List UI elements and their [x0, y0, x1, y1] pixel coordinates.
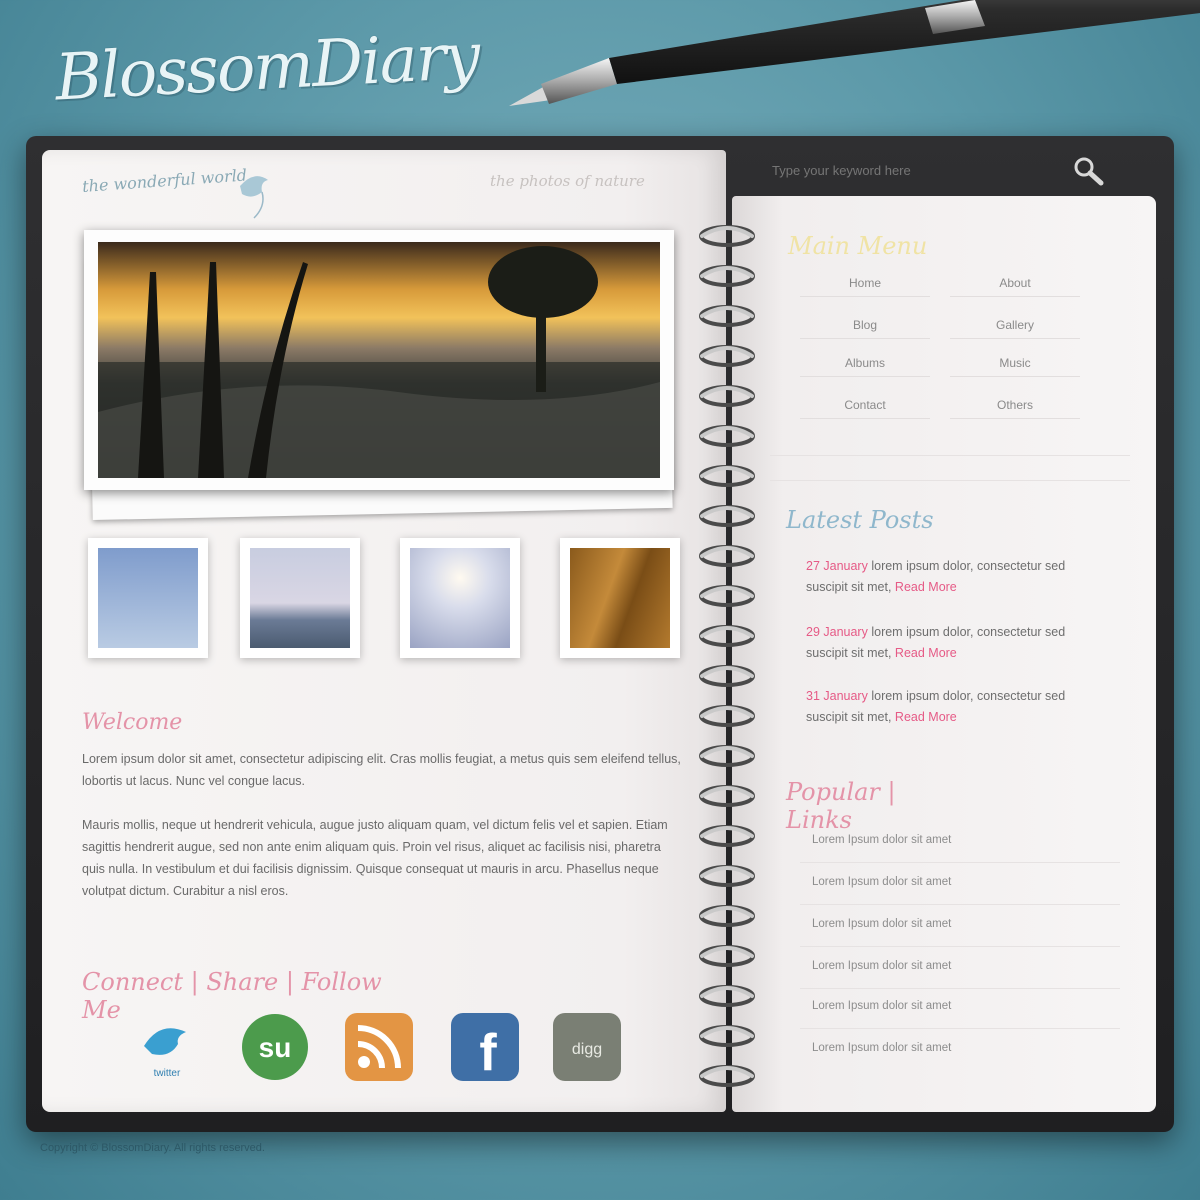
- spiral-ring: [699, 945, 755, 967]
- search-bar: [770, 150, 1130, 190]
- spiral-ring: [699, 625, 755, 647]
- pen-decoration: [509, 0, 1200, 106]
- post-read-more-link[interactable]: Read More: [895, 580, 957, 594]
- popular-link[interactable]: Lorem Ipsum dolor sit amet: [812, 834, 1032, 846]
- digg-icon[interactable]: digg: [550, 1010, 624, 1084]
- nav-link-home[interactable]: Home: [800, 276, 930, 297]
- nav-link-about[interactable]: About: [950, 276, 1080, 297]
- rss-icon[interactable]: [342, 1010, 416, 1084]
- main-menu-heading: Main Menu: [788, 232, 928, 260]
- site-logo[interactable]: BlossomDiary: [53, 11, 480, 128]
- welcome-heading: Welcome: [82, 710, 183, 735]
- spiral-ring: [699, 745, 755, 767]
- popular-link[interactable]: Lorem Ipsum dolor sit amet: [812, 1042, 1032, 1054]
- hero-photo-frame[interactable]: [84, 230, 674, 490]
- spiral-ring: [699, 425, 755, 447]
- post-date-link[interactable]: 31 January: [806, 689, 868, 703]
- ruled-line: [800, 862, 1120, 863]
- spiral-ring: [699, 705, 755, 727]
- latest-post: 29 January lorem ipsum dolor, consectetu…: [806, 622, 1106, 664]
- popular-link[interactable]: Lorem Ipsum dolor sit amet: [812, 876, 1032, 888]
- nav-link-albums[interactable]: Albums: [800, 356, 930, 377]
- ruled-line: [800, 1028, 1120, 1029]
- latest-post: 31 January lorem ipsum dolor, consectetu…: [806, 686, 1106, 728]
- facebook-label: f: [479, 1024, 497, 1082]
- spiral-ring: [699, 225, 755, 247]
- thumbnail-sun[interactable]: [400, 538, 520, 658]
- post-read-more-link[interactable]: Read More: [895, 646, 957, 660]
- latest-posts-heading: Latest Posts: [786, 506, 934, 534]
- hero-photo-stack: [84, 224, 684, 521]
- spiral-ring: [699, 985, 755, 1007]
- thumbnail-image: [250, 548, 350, 648]
- post-date-link[interactable]: 27 January: [806, 559, 868, 573]
- ruled-line: [800, 988, 1120, 989]
- stumbleupon-icon[interactable]: su: [238, 1010, 312, 1084]
- search-icon[interactable]: [1070, 154, 1106, 188]
- spiral-ring: [699, 785, 755, 807]
- twitter-icon[interactable]: twitter: [130, 1010, 204, 1084]
- thumbnail-mountains[interactable]: [240, 538, 360, 658]
- spiral-ring: [699, 665, 755, 687]
- popular-links-heading: Popular | Links: [786, 778, 896, 834]
- thumbnail-wood[interactable]: [560, 538, 680, 658]
- spiral-binding: [699, 225, 755, 1087]
- spiral-ring: [699, 585, 755, 607]
- spiral-ring: [699, 825, 755, 847]
- nav-link-others[interactable]: Others: [950, 398, 1080, 419]
- ruled-line: [770, 480, 1130, 481]
- welcome-paragraph-2: Mauris mollis, neque ut hendrerit vehicu…: [82, 818, 668, 898]
- search-input[interactable]: [770, 156, 1064, 184]
- ruled-line: [800, 946, 1120, 947]
- nav-link-music[interactable]: Music: [950, 356, 1080, 377]
- facebook-icon[interactable]: f: [448, 1010, 522, 1084]
- post-read-more-link[interactable]: Read More: [895, 710, 957, 724]
- welcome-paragraph-1: Lorem ipsum dolor sit amet, consectetur …: [82, 752, 681, 788]
- spiral-ring: [699, 305, 755, 327]
- spiral-ring: [699, 505, 755, 527]
- spiral-ring: [699, 865, 755, 887]
- popular-link[interactable]: Lorem Ipsum dolor sit amet: [812, 918, 1032, 930]
- latest-post: 27 January lorem ipsum dolor, consectetu…: [806, 556, 1106, 598]
- spiral-ring: [699, 545, 755, 567]
- ruled-line: [800, 904, 1120, 905]
- hero-photo[interactable]: [98, 242, 660, 478]
- nav-link-gallery[interactable]: Gallery: [950, 318, 1080, 339]
- left-page-subtitle: the photos of nature: [490, 172, 645, 190]
- popular-link[interactable]: Lorem Ipsum dolor sit amet: [812, 960, 1032, 972]
- thumbnail-image: [410, 548, 510, 648]
- spiral-ring: [699, 465, 755, 487]
- stumbleupon-label: su: [259, 1032, 292, 1063]
- thumbnail-image: [570, 548, 670, 648]
- spiral-ring: [699, 1065, 755, 1087]
- thumbnail-image: [98, 548, 198, 648]
- spiral-ring: [699, 345, 755, 367]
- post-date-link[interactable]: 29 January: [806, 625, 868, 639]
- spiral-ring: [699, 1025, 755, 1047]
- nav-link-blog[interactable]: Blog: [800, 318, 930, 339]
- bird-icon: [240, 176, 268, 219]
- thumbnail-sky[interactable]: [88, 538, 208, 658]
- twitter-label: twitter: [154, 1068, 181, 1079]
- nav-link-contact[interactable]: Contact: [800, 398, 930, 419]
- ruled-line: [770, 455, 1130, 456]
- popular-link[interactable]: Lorem Ipsum dolor sit amet: [812, 1000, 1032, 1012]
- thumbnail-row: [84, 538, 684, 668]
- footer-copyright: Copyright © BlossomDiary. All rights res…: [40, 1142, 265, 1154]
- digg-label: digg: [572, 1041, 602, 1058]
- spiral-ring: [699, 905, 755, 927]
- spiral-ring: [699, 265, 755, 287]
- spiral-ring: [699, 385, 755, 407]
